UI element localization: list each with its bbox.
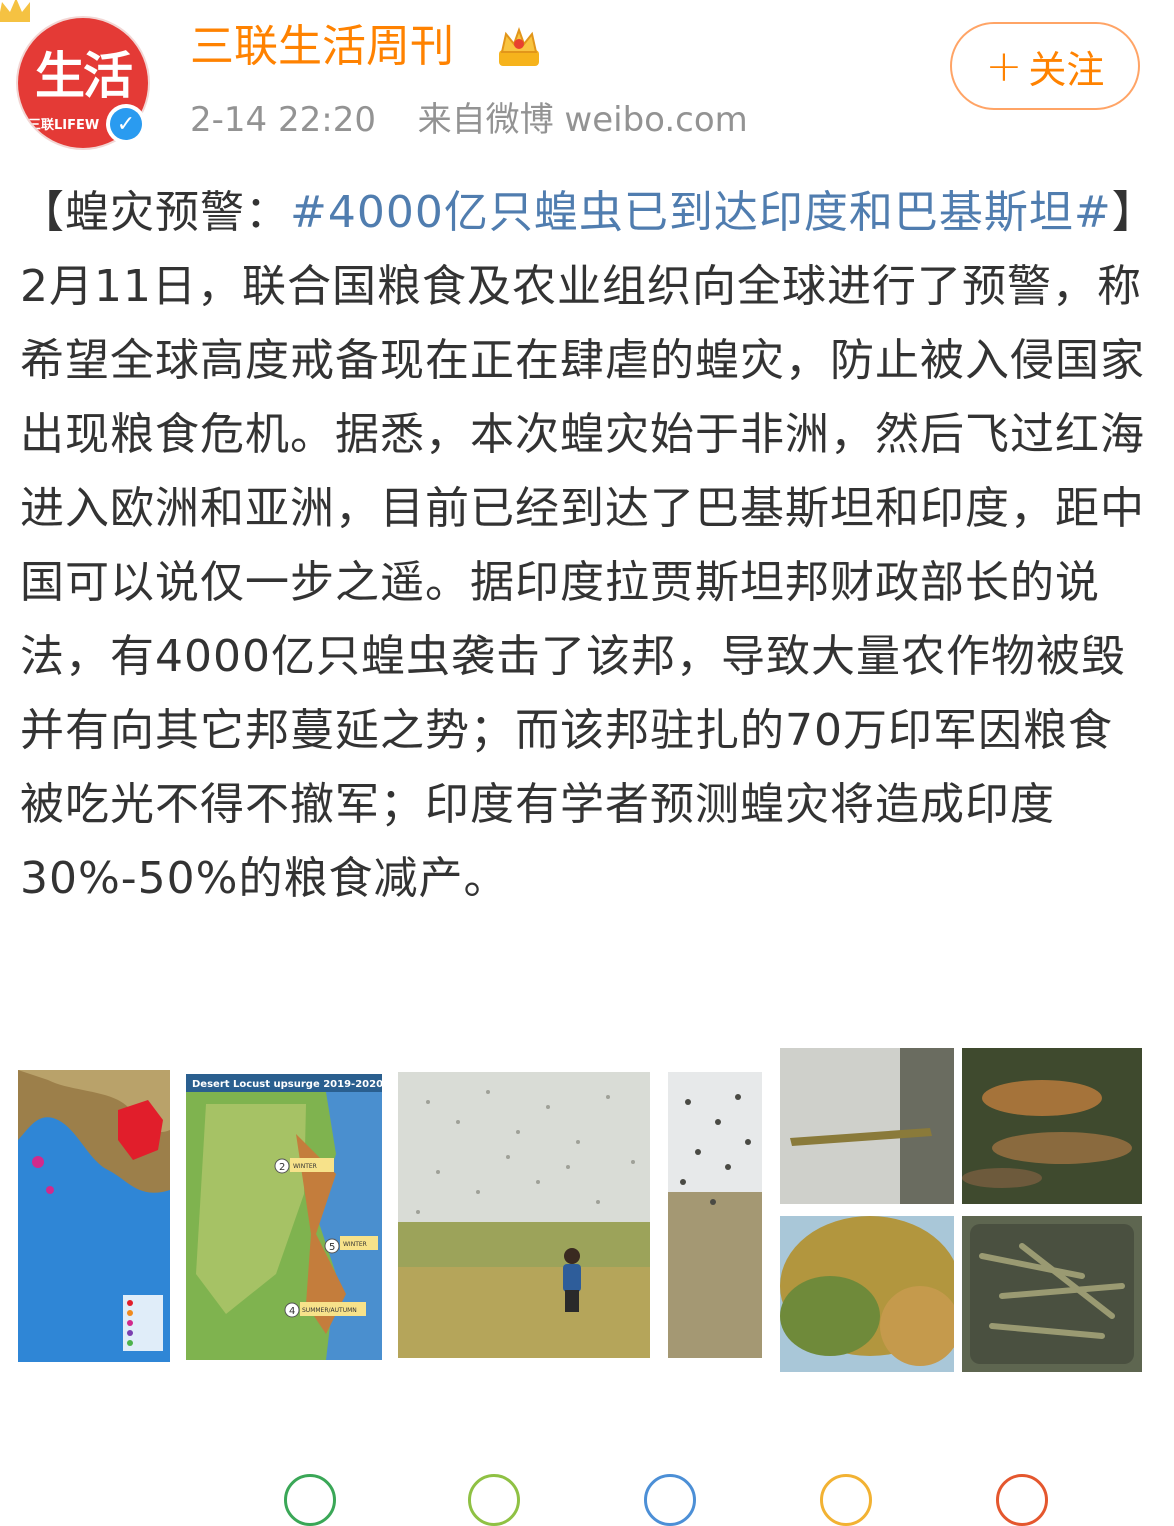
image-locust-closeup-1[interactable] (780, 1048, 954, 1204)
vip-crown-icon[interactable] (496, 26, 542, 70)
swarm-photo (398, 1072, 650, 1358)
timestamp: 2-14 22:20 (190, 100, 376, 140)
comment-icon[interactable] (468, 1474, 520, 1526)
locust-container-photo (962, 1216, 1142, 1372)
verified-icon: ✓ (110, 108, 142, 140)
image-locust-map[interactable]: Desert Locust upsurge 2019-2020 2 WINTER… (186, 1074, 382, 1360)
locust-closeup-photo-1 (780, 1048, 954, 1204)
follow-button[interactable]: + 关注 (950, 22, 1140, 110)
username[interactable]: 三联生活周刊 (190, 18, 454, 76)
like-icon[interactable] (820, 1474, 872, 1526)
post-body: 】2月11日，联合国粮食及农业组织向全球进行了预警，称希望全球高度戒备现在正在肆… (20, 187, 1145, 904)
post-source: 来自微博 weibo.com (417, 100, 748, 140)
avatar-logo-text: 生活 (35, 46, 133, 105)
follow-label: 关注 (1028, 47, 1105, 92)
image-map-region[interactable] (18, 1070, 170, 1362)
repost-icon[interactable] (284, 1474, 336, 1526)
map-label-5: 5 (329, 1242, 335, 1253)
map-tag-summer: SUMMER/AUTUMN (302, 1307, 357, 1314)
map-tag-winter-1: WINTER (293, 1163, 317, 1170)
map-image-2: Desert Locust upsurge 2019-2020 2 WINTER… (186, 1074, 382, 1360)
locust-closeup-photo-2 (962, 1048, 1142, 1204)
image-tree-locusts[interactable] (780, 1216, 954, 1372)
more-icon[interactable] (996, 1474, 1048, 1526)
map-image-1 (18, 1070, 170, 1362)
post-meta: 2-14 22:20 来自微博 weibo.com (190, 98, 748, 142)
plus-icon: + (985, 40, 1023, 92)
map-title: Desert Locust upsurge 2019-2020 (192, 1079, 382, 1090)
image-gallery: Desert Locust upsurge 2019-2020 2 WINTER… (0, 1040, 1174, 1380)
post-text: 【蝗灾预警：#4000亿只蝗虫已到达印度和巴基斯坦#】2月11日，联合国粮食及农… (20, 176, 1154, 916)
image-swarm-field[interactable] (398, 1072, 650, 1358)
map-label-2: 2 (279, 1162, 285, 1173)
swarm-sky-photo (668, 1072, 762, 1358)
image-locust-closeup-2[interactable] (962, 1048, 1142, 1204)
hashtag-link[interactable]: #4000亿只蝗虫已到达印度和巴基斯坦# (290, 187, 1112, 238)
post-header: 生活 三联LIFEW ✓ 三联生活周刊 2-14 22:20 来自微博 weib… (0, 0, 1174, 160)
share-icon[interactable] (644, 1474, 696, 1526)
image-swarm-sky[interactable] (668, 1072, 762, 1358)
image-locust-container[interactable] (962, 1216, 1142, 1372)
map-tag-winter-2: WINTER (343, 1241, 367, 1248)
post-prefix: 【蝗灾预警： (20, 187, 290, 238)
bottom-action-bar (0, 1460, 1174, 1526)
avatar-crown-icon (0, 0, 30, 22)
map-label-4: 4 (289, 1306, 295, 1317)
tree-locusts-photo (780, 1216, 954, 1372)
verified-badge: ✓ (106, 104, 146, 144)
